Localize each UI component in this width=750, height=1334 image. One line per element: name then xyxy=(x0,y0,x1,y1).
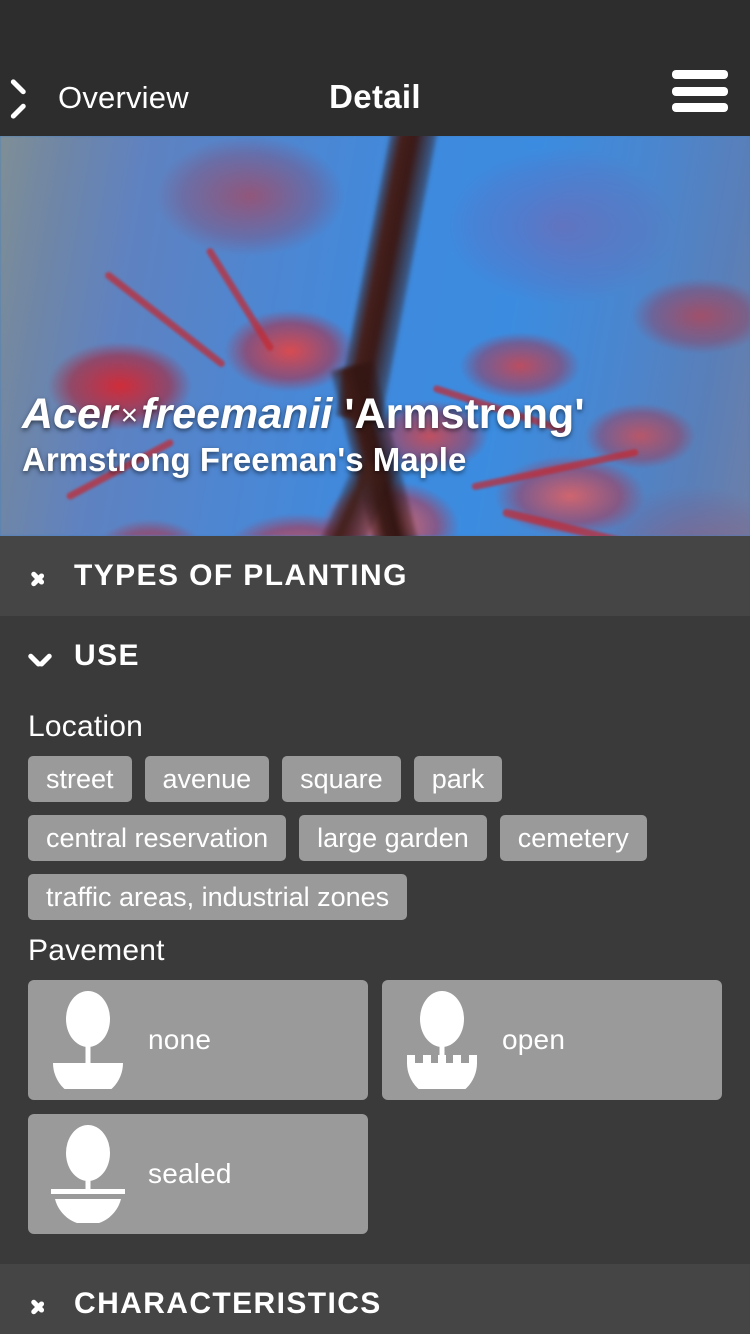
hybrid-sign: × xyxy=(120,398,139,432)
tree-sealed-pavement-icon xyxy=(28,1114,148,1234)
species-name: freemanii xyxy=(141,389,333,438)
hamburger-bar-2 xyxy=(672,86,728,96)
section-header-types-of-planting[interactable]: TYPES OF PLANTING xyxy=(0,536,750,616)
hero-image: Acer ×freemanii 'Armstrong' Armstrong Fre… xyxy=(0,136,750,536)
chip-location-street[interactable]: street xyxy=(28,756,132,802)
pavement-option-none[interactable]: none xyxy=(28,980,368,1100)
chip-location-park[interactable]: park xyxy=(413,756,503,802)
chip-location-square[interactable]: square xyxy=(282,756,401,802)
field-label-location: Location xyxy=(28,710,144,743)
location-chip-group: street avenue square park central reserv… xyxy=(28,756,722,920)
pavement-option-open-label: open xyxy=(502,1024,566,1055)
chevron-left-icon xyxy=(22,80,44,114)
chip-location-avenue[interactable]: avenue xyxy=(144,756,270,802)
genus-name: Acer xyxy=(22,389,118,438)
plant-name-overlay: Acer ×freemanii 'Armstrong' Armstrong Fre… xyxy=(22,389,730,478)
scientific-name: Acer ×freemanii 'Armstrong' xyxy=(22,389,730,438)
back-button[interactable]: Overview xyxy=(22,80,189,114)
hamburger-bar-3 xyxy=(672,103,728,112)
back-button-label: Overview xyxy=(58,79,189,115)
chevron-right-icon xyxy=(28,1292,52,1316)
pavement-option-sealed-label: sealed xyxy=(148,1158,232,1189)
navigation-bar: Overview Detail xyxy=(0,0,750,136)
chip-location-cemetery[interactable]: cemetery xyxy=(499,815,647,861)
chip-location-traffic-areas[interactable]: traffic areas, industrial zones xyxy=(28,874,408,920)
pavement-option-none-label: none xyxy=(148,1024,212,1055)
section-body-use: Location street avenue square park centr… xyxy=(0,710,750,1256)
section-header-characteristics[interactable]: CHARACTERISTICS xyxy=(0,1264,750,1334)
tree-unpaved-icon xyxy=(28,980,148,1100)
chevron-right-icon xyxy=(28,564,52,588)
cultivar-name-text: 'Armstrong' xyxy=(344,389,585,438)
tree-open-pavement-icon xyxy=(382,980,502,1100)
chevron-down-icon xyxy=(28,644,52,668)
hamburger-menu-icon[interactable] xyxy=(672,70,728,114)
section-title-types-of-planting: TYPES OF PLANTING xyxy=(74,559,408,592)
hamburger-bar-1 xyxy=(672,70,728,79)
section-header-use[interactable]: USE xyxy=(0,616,750,696)
cultivar-name xyxy=(332,390,344,438)
pavement-option-group: none open sealed xyxy=(28,980,722,1234)
pavement-option-sealed[interactable]: sealed xyxy=(28,1114,368,1234)
field-label-pavement: Pavement xyxy=(28,934,165,967)
section-divider xyxy=(0,1256,750,1264)
section-title-use: USE xyxy=(74,639,140,672)
section-title-characteristics: CHARACTERISTICS xyxy=(74,1287,382,1320)
chip-location-central-reservation[interactable]: central reservation xyxy=(28,815,287,861)
pavement-option-open[interactable]: open xyxy=(382,980,722,1100)
detail-screen: Overview Detail Acer ×freemanii 'Armstron… xyxy=(0,0,750,1334)
chip-location-large-garden[interactable]: large garden xyxy=(299,815,487,861)
common-name: Armstrong Freeman's Maple xyxy=(22,440,467,478)
